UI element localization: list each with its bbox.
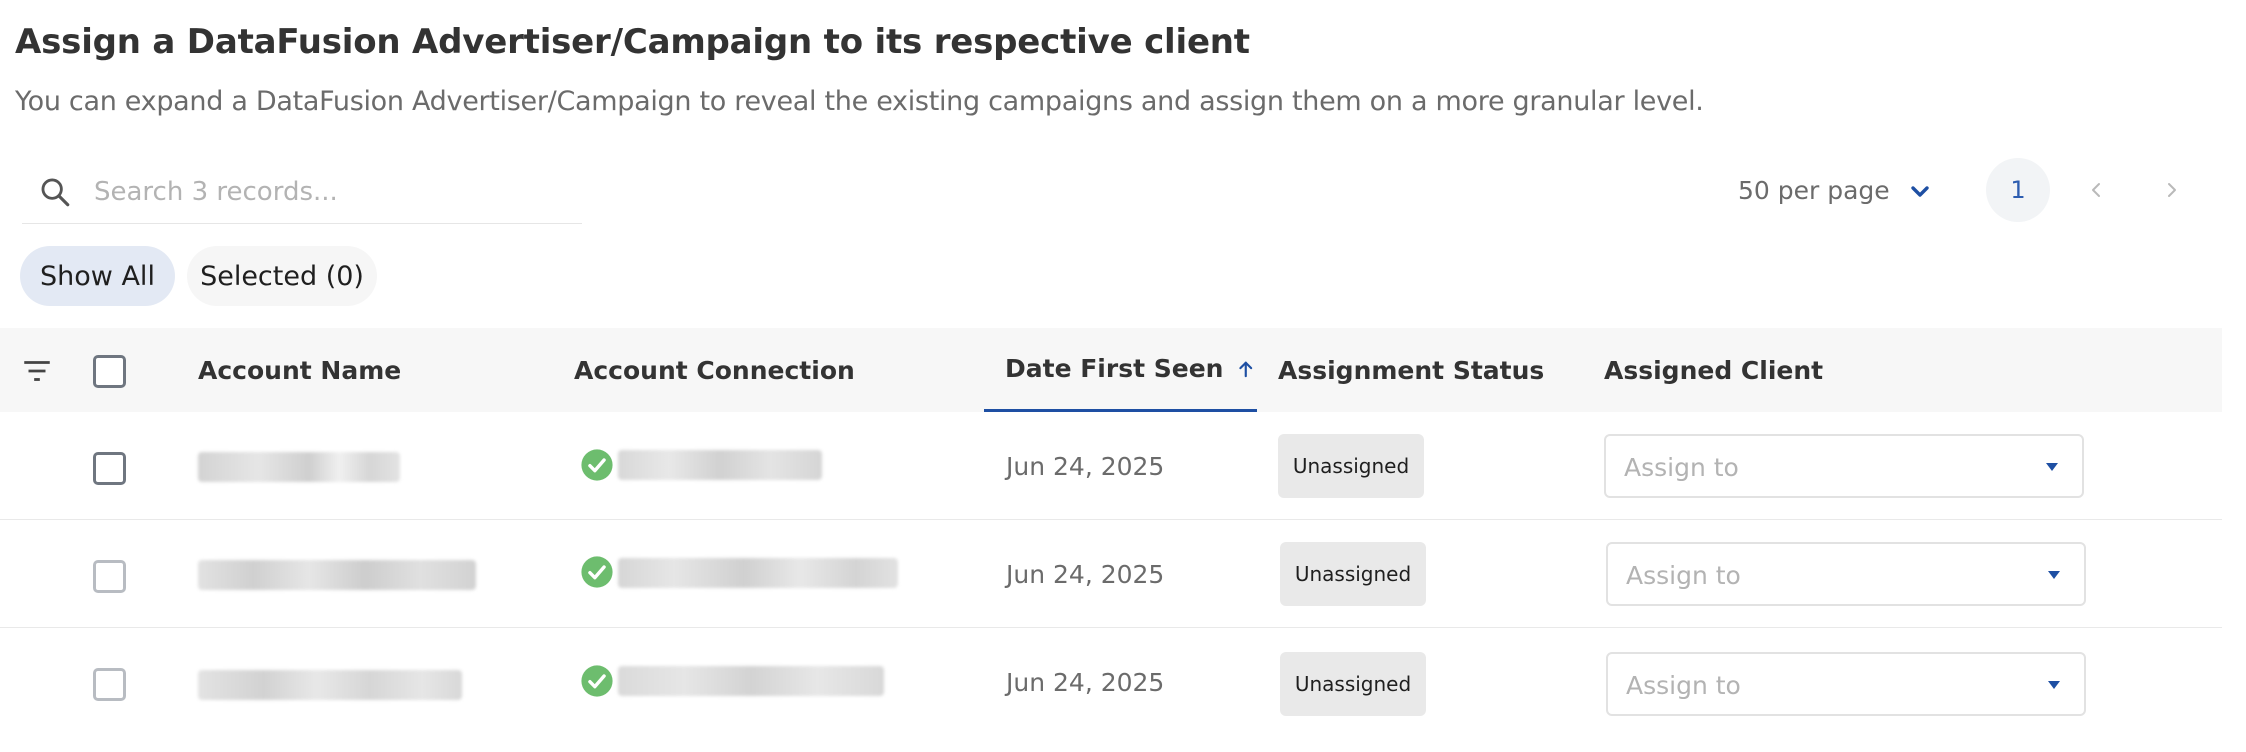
caret-down-icon[interactable] <box>2046 570 2062 580</box>
account-name-redacted <box>198 452 400 482</box>
column-header-account-name[interactable]: Account Name <box>198 328 401 412</box>
filter-icon[interactable] <box>20 354 54 388</box>
check-circle-icon <box>581 665 613 697</box>
account-name-redacted <box>198 560 476 590</box>
column-header-date-first-seen[interactable]: Date First Seen <box>984 328 1257 412</box>
assign-client-placeholder: Assign to <box>1626 561 1741 590</box>
assignment-page: Assign a DataFusion Advertiser/Campaign … <box>0 0 2246 752</box>
assign-client-select[interactable]: Assign to <box>1606 652 2086 716</box>
show-all-chip[interactable]: Show All <box>20 246 175 306</box>
row-divider <box>0 519 2222 520</box>
chevron-left-icon[interactable] <box>2084 178 2108 202</box>
column-header-date-label: Date First Seen <box>1005 354 1224 383</box>
search-bar <box>22 160 582 224</box>
row-checkbox[interactable] <box>93 452 126 485</box>
check-circle-icon <box>581 449 613 481</box>
caret-down-icon[interactable] <box>2044 462 2060 472</box>
status-badge: Unassigned <box>1280 652 1426 716</box>
account-connection-redacted <box>618 558 898 588</box>
page-subtitle: You can expand a DataFusion Advertiser/C… <box>15 86 1704 117</box>
account-connection-redacted <box>618 450 822 480</box>
check-circle-icon <box>581 556 613 588</box>
date-first-seen: Jun 24, 2025 <box>1006 560 1165 589</box>
date-first-seen: Jun 24, 2025 <box>1006 452 1165 481</box>
column-header-assigned-client[interactable]: Assigned Client <box>1604 328 1823 412</box>
assign-client-select[interactable]: Assign to <box>1604 434 2084 498</box>
chevron-down-icon[interactable] <box>1908 180 1932 204</box>
table-header: Account Name Account Connection Date Fir… <box>0 328 2222 412</box>
page-number-button[interactable]: 1 <box>1986 158 2050 222</box>
row-checkbox[interactable] <box>93 668 126 701</box>
date-first-seen: Jun 24, 2025 <box>1006 668 1165 697</box>
row-checkbox[interactable] <box>93 560 126 593</box>
search-input[interactable] <box>92 175 572 208</box>
column-header-assignment-status[interactable]: Assignment Status <box>1278 328 1544 412</box>
chevron-right-icon[interactable] <box>2160 178 2184 202</box>
page-title: Assign a DataFusion Advertiser/Campaign … <box>15 22 1250 62</box>
account-name-redacted <box>198 670 462 700</box>
status-badge: Unassigned <box>1280 542 1426 606</box>
assign-client-select[interactable]: Assign to <box>1606 542 2086 606</box>
assign-client-placeholder: Assign to <box>1626 671 1741 700</box>
caret-down-icon[interactable] <box>2046 680 2062 690</box>
selected-chip[interactable]: Selected (0) <box>187 246 377 306</box>
account-connection-redacted <box>618 666 884 696</box>
per-page-select[interactable]: 50 per page <box>1738 176 1890 205</box>
select-all-checkbox[interactable] <box>93 355 126 388</box>
search-icon <box>41 178 70 206</box>
column-header-account-connection[interactable]: Account Connection <box>574 328 855 412</box>
status-badge: Unassigned <box>1278 434 1424 498</box>
arrow-up-icon[interactable] <box>1235 355 1257 383</box>
assign-client-placeholder: Assign to <box>1624 453 1739 482</box>
row-divider <box>0 627 2222 628</box>
